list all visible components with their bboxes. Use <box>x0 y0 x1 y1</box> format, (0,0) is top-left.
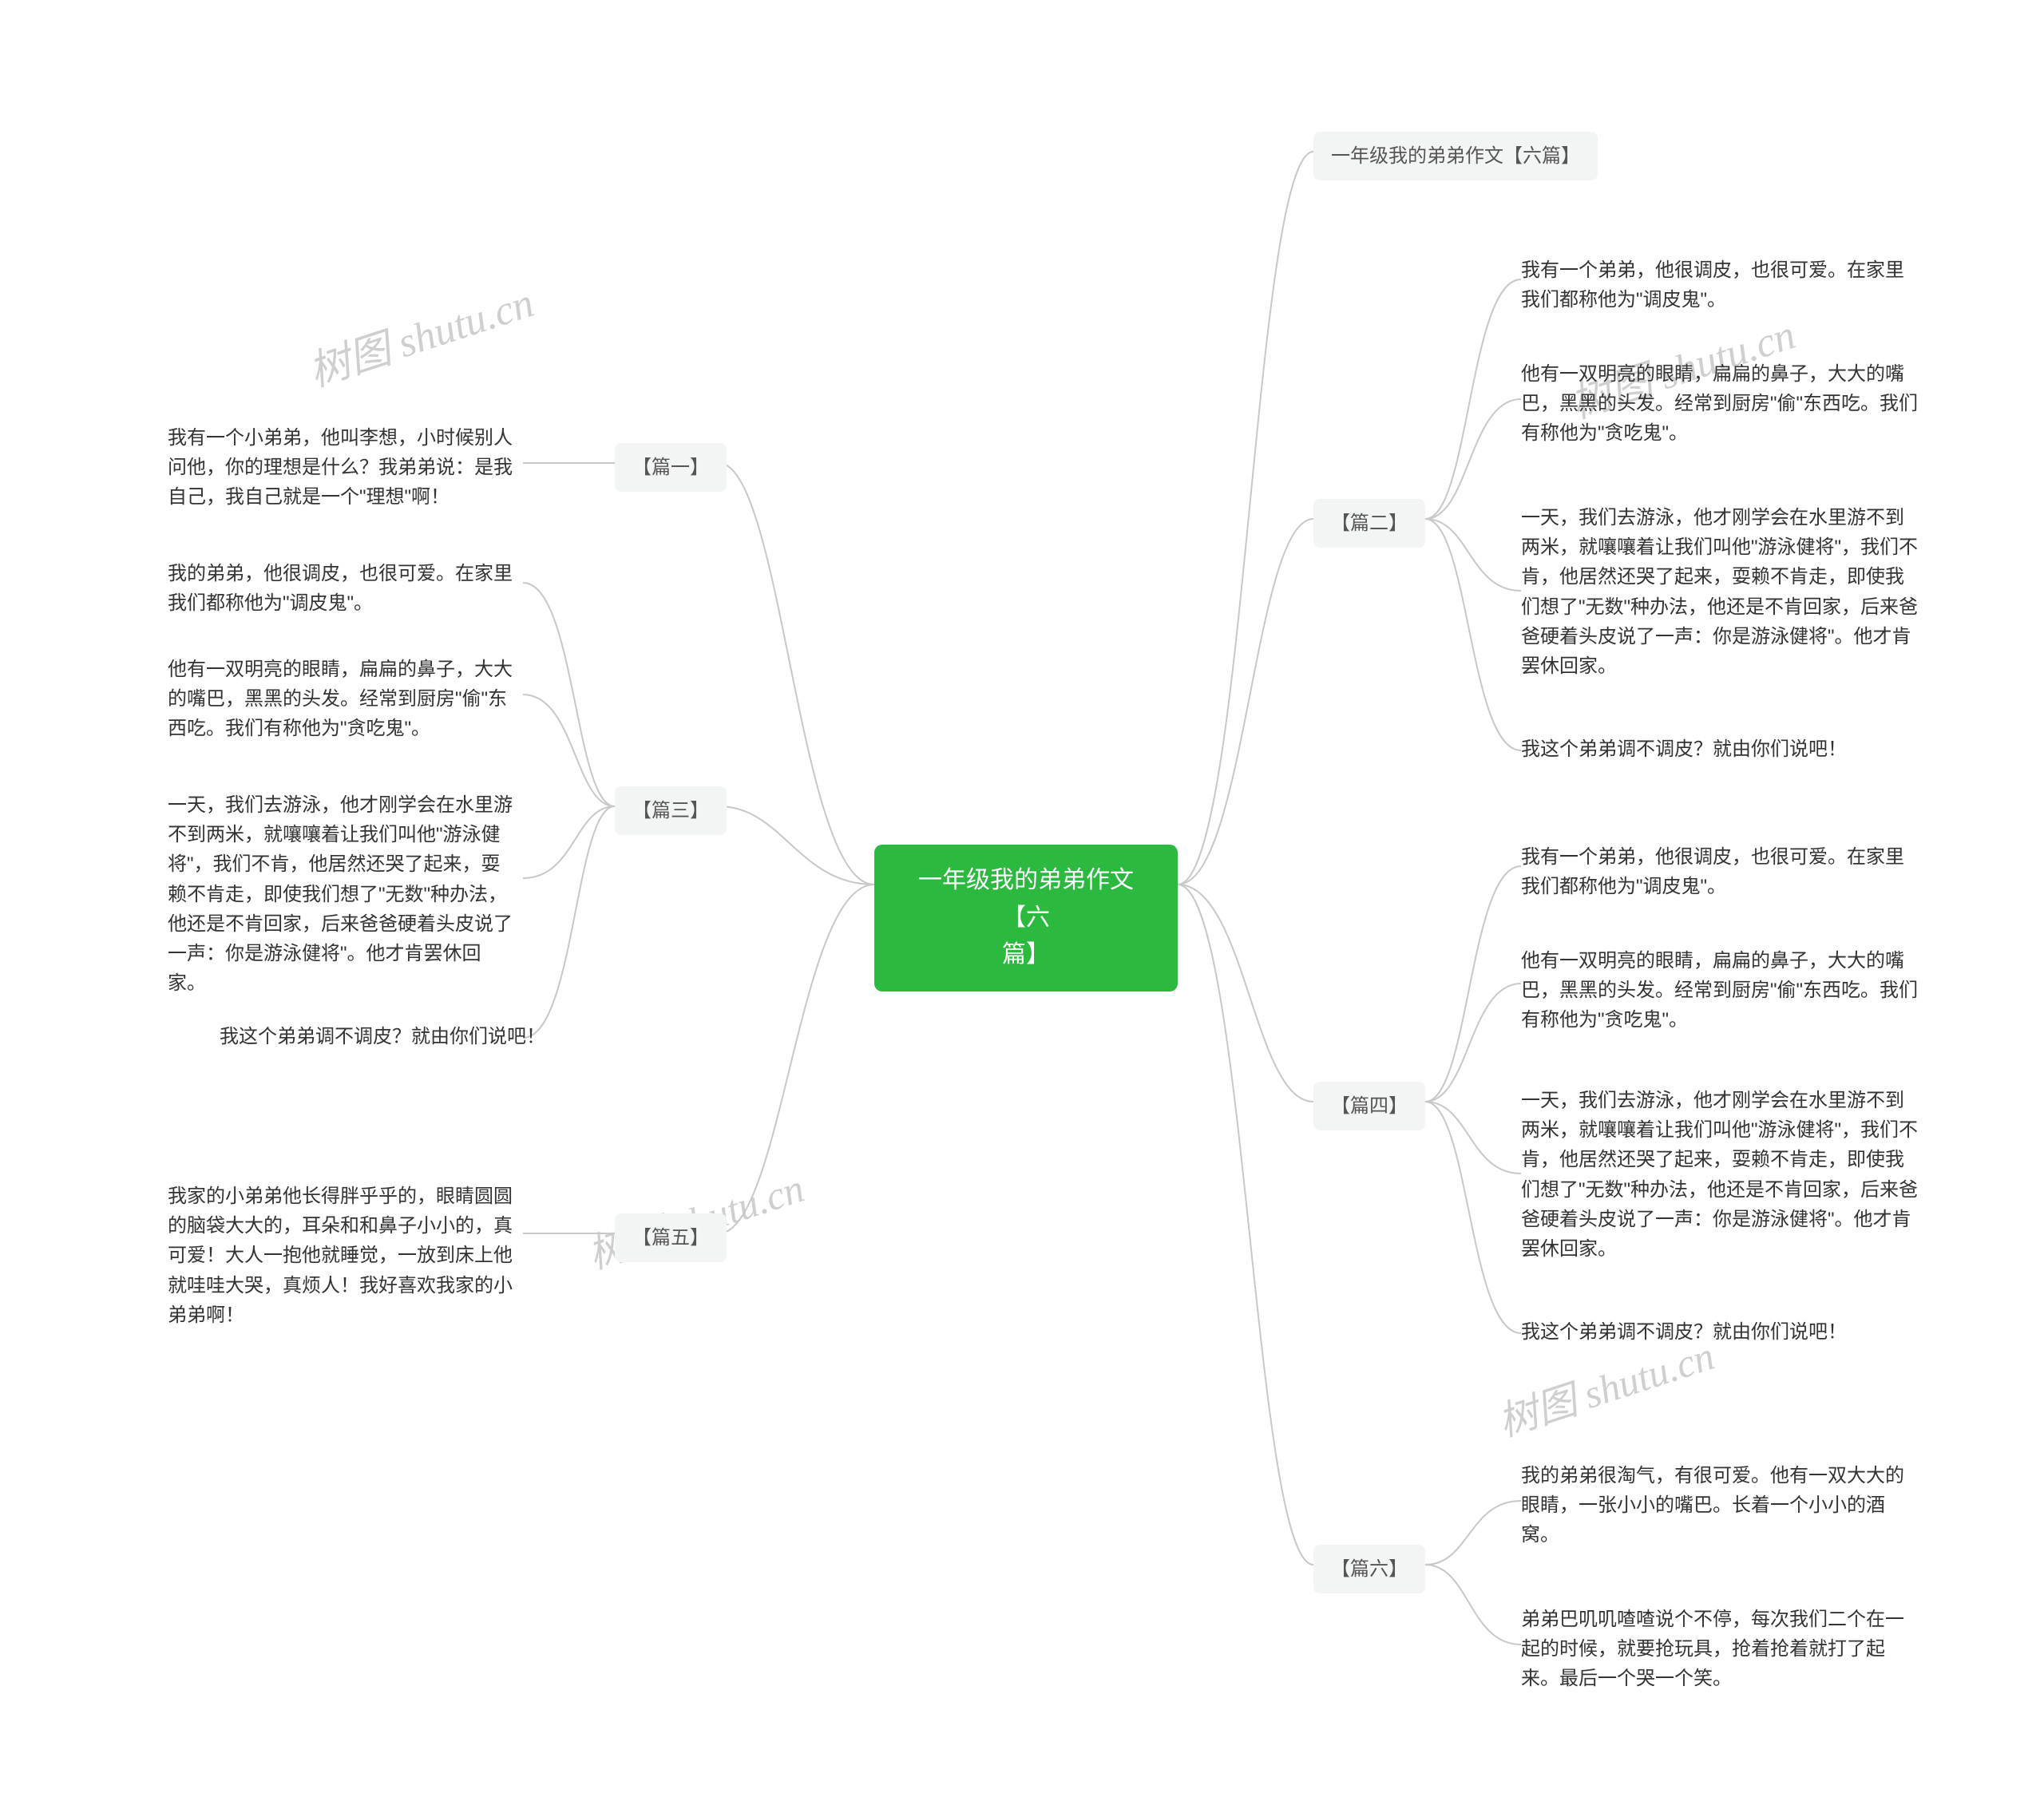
leaf-p6-2[interactable]: 弟弟巴叽叽喳喳说个不停，每次我们二个在一起的时候，就要抢玩具，抢着抢着就打了起来… <box>1521 1605 1920 1694</box>
leaf-p4-3[interactable]: 一天，我们去游泳，他才刚学会在水里游不到两米，就嚷嚷着让我们叫他"游泳健将"，我… <box>1521 1086 1920 1264</box>
root-line2: 篇】 <box>898 936 1154 974</box>
leaf-p2-2[interactable]: 他有一双明亮的眼睛，扁扁的鼻子，大大的嘴巴，黑黑的头发。经常到厨房"偷"东西吃。… <box>1521 359 1920 449</box>
leaf-p6-1[interactable]: 我的弟弟很淘气，有很可爱。他有一双大大的眼睛，一张小小的嘴巴。长着一个小小的酒窝… <box>1521 1461 1920 1550</box>
watermark: 树图 shutu.cn <box>300 269 541 398</box>
leaf-p2-1[interactable]: 我有一个弟弟，他很调皮，也很可爱。在家里我们都称他为"调皮鬼"。 <box>1521 255 1920 315</box>
branch-p4[interactable]: 【篇四】 <box>1313 1082 1425 1130</box>
branch-p6[interactable]: 【篇六】 <box>1313 1545 1425 1593</box>
leaf-p4-2[interactable]: 他有一双明亮的眼睛，扁扁的鼻子，大大的嘴巴，黑黑的头发。经常到厨房"偷"东西吃。… <box>1521 946 1920 1035</box>
leaf-p3-1[interactable]: 我的弟弟，他很调皮，也很可爱。在家里我们都称他为"调皮鬼"。 <box>168 559 519 618</box>
leaf-p4-1[interactable]: 我有一个弟弟，他很调皮，也很可爱。在家里我们都称他为"调皮鬼"。 <box>1521 842 1920 901</box>
leaf-p5-1[interactable]: 我家的小弟弟他长得胖乎乎的，眼睛圆圆的脑袋大大的，耳朵和和鼻子小小的，真可爱！大… <box>168 1182 519 1330</box>
branch-p5[interactable]: 【篇五】 <box>615 1213 727 1262</box>
mindmap-canvas: 树图 shutu.cn 树图 shutu.cn 树图 shutu.cn 树图 s… <box>0 0 2044 1801</box>
title-node[interactable]: 一年级我的弟弟作文【六篇】 <box>1313 132 1598 180</box>
leaf-p2-4[interactable]: 我这个弟弟调不调皮？就由你们说吧！ <box>1521 734 1920 764</box>
branch-p2[interactable]: 【篇二】 <box>1313 499 1425 548</box>
leaf-p1-1[interactable]: 我有一个小弟弟，他叫李想，小时候别人问他，你的理想是什么？我弟弟说：是我自己，我… <box>168 423 519 513</box>
leaf-p4-4[interactable]: 我这个弟弟调不调皮？就由你们说吧！ <box>1521 1317 1920 1347</box>
root-node[interactable]: 一年级我的弟弟作文【六 篇】 <box>874 845 1178 992</box>
leaf-p3-4[interactable]: 我这个弟弟调不调皮？就由你们说吧！ <box>220 1022 571 1051</box>
leaf-p2-3[interactable]: 一天，我们去游泳，他才刚学会在水里游不到两米，就嚷嚷着让我们叫他"游泳健将"，我… <box>1521 503 1920 681</box>
leaf-p3-2[interactable]: 他有一双明亮的眼睛，扁扁的鼻子，大大的嘴巴，黑黑的头发。经常到厨房"偷"东西吃。… <box>168 655 519 744</box>
leaf-p3-3[interactable]: 一天，我们去游泳，他才刚学会在水里游不到两米，就嚷嚷着让我们叫他"游泳健将"，我… <box>168 790 519 998</box>
root-line1: 一年级我的弟弟作文【六 <box>898 862 1154 936</box>
branch-p3[interactable]: 【篇三】 <box>615 786 727 835</box>
branch-p1[interactable]: 【篇一】 <box>615 443 727 492</box>
